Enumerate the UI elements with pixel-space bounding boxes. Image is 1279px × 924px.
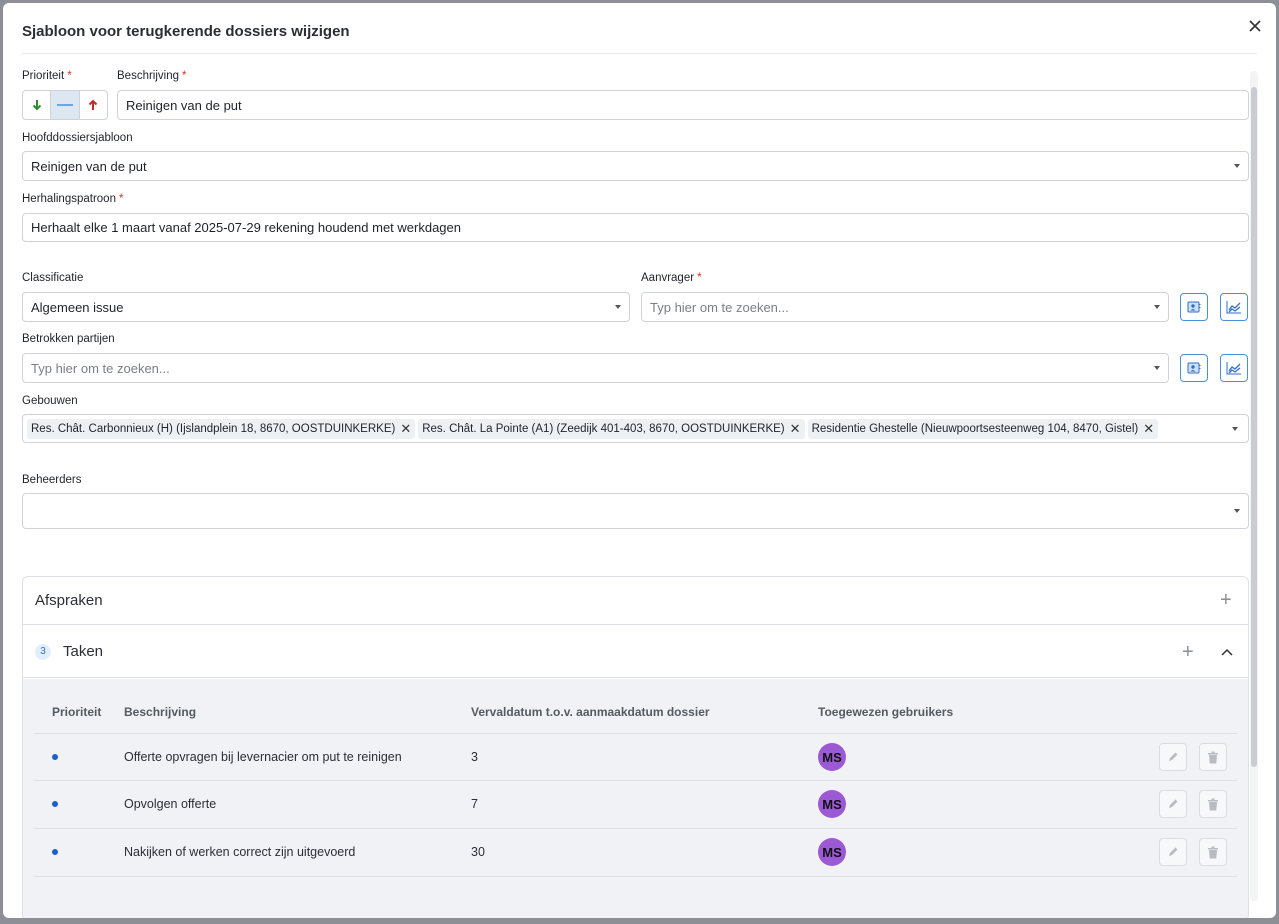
avatar: MS bbox=[818, 838, 846, 866]
priority-dot bbox=[52, 754, 58, 760]
tasks-title: Taken bbox=[63, 643, 104, 660]
dropdown-caret-icon bbox=[1232, 426, 1238, 431]
arrow-down-icon bbox=[32, 100, 41, 111]
delete-task-button[interactable] bbox=[1199, 790, 1227, 818]
parties-placeholder: Typ hier om te zoeken... bbox=[31, 360, 170, 376]
contact-card-icon bbox=[1187, 301, 1201, 313]
edit-template-modal: Sjabloon voor terugkerende dossiers wijz… bbox=[3, 3, 1276, 918]
parent-template-label: Hoofddossiersjabloon bbox=[22, 132, 133, 144]
buildings-select[interactable]: Res. Chât. Carbonnieux (H) (Ijslandplein… bbox=[22, 414, 1249, 443]
task-description: Offerte opvragen bij levernacier om put … bbox=[124, 750, 402, 764]
recurrence-value: Herhaalt elke 1 maart vanaf 2025-07-29 r… bbox=[31, 220, 461, 235]
classification-label: Classificatie bbox=[22, 272, 84, 284]
dash-icon bbox=[56, 104, 73, 106]
delete-task-button[interactable] bbox=[1199, 838, 1227, 866]
task-description: Opvolgen offerte bbox=[124, 797, 217, 811]
pencil-icon bbox=[1169, 752, 1178, 761]
chart-icon bbox=[1226, 301, 1241, 314]
description-label: Beschrijving * bbox=[117, 70, 187, 82]
delete-task-button[interactable] bbox=[1199, 743, 1227, 771]
col-description: Beschrijving bbox=[124, 705, 197, 719]
pencil-icon bbox=[1169, 847, 1178, 856]
classification-value: Algemeen issue bbox=[31, 299, 124, 315]
tasks-header: 3 Taken + bbox=[23, 626, 1248, 678]
trash-icon bbox=[1208, 798, 1218, 810]
tasks-count-badge: 3 bbox=[35, 643, 51, 660]
remove-chip-icon[interactable]: ✕ bbox=[790, 421, 801, 437]
priority-low-button[interactable] bbox=[23, 91, 52, 119]
add-appointment-button[interactable]: + bbox=[1220, 590, 1232, 610]
priority-high-button[interactable] bbox=[80, 91, 107, 119]
task-due: 30 bbox=[471, 845, 485, 859]
arrow-up-icon bbox=[89, 99, 98, 110]
add-task-button[interactable]: + bbox=[1182, 642, 1194, 662]
requester-contact-button[interactable] bbox=[1180, 293, 1208, 321]
task-description: Nakijken of werken correct zijn uitgevoe… bbox=[124, 845, 356, 859]
priority-label: Prioriteit * bbox=[22, 70, 72, 82]
priority-dot bbox=[52, 801, 58, 807]
buildings-label: Gebouwen bbox=[22, 395, 78, 407]
table-row[interactable]: Opvolgen offerte 7 MS bbox=[34, 780, 1237, 828]
col-due: Vervaldatum t.o.v. aanmaakdatum dossier bbox=[471, 705, 710, 719]
sections-panel: Afspraken + 3 Taken + Prioriteit Beschri… bbox=[22, 576, 1249, 918]
close-button[interactable] bbox=[1244, 15, 1266, 37]
edit-task-button[interactable] bbox=[1159, 790, 1187, 818]
priority-dot bbox=[52, 849, 58, 855]
building-chip: Res. Chât. Carbonnieux (H) (Ijslandplein… bbox=[27, 418, 416, 439]
pencil-icon bbox=[1169, 799, 1178, 808]
avatar: MS bbox=[818, 790, 846, 818]
dropdown-caret-icon bbox=[615, 305, 621, 309]
remove-chip-icon[interactable]: ✕ bbox=[400, 421, 411, 437]
parent-template-select[interactable]: Reinigen van de put bbox=[22, 151, 1249, 181]
edit-task-button[interactable] bbox=[1159, 743, 1187, 771]
chevron-up-icon[interactable] bbox=[1221, 648, 1233, 656]
dropdown-caret-icon bbox=[1234, 164, 1240, 168]
managers-label: Beheerders bbox=[22, 474, 82, 486]
parent-template-value: Reinigen van de put bbox=[31, 158, 147, 174]
managers-select[interactable] bbox=[22, 493, 1249, 529]
buildings-chip-list: Res. Chât. Carbonnieux (H) (Ijslandplein… bbox=[27, 418, 1226, 439]
contact-card-icon bbox=[1187, 362, 1201, 374]
edit-task-button[interactable] bbox=[1159, 838, 1187, 866]
requester-search[interactable]: Typ hier om te zoeken... bbox=[641, 292, 1169, 322]
scrollbar-thumb[interactable] bbox=[1251, 87, 1257, 767]
parties-contact-button[interactable] bbox=[1180, 354, 1208, 382]
description-input[interactable]: Reinigen van de put bbox=[117, 90, 1249, 120]
tasks-table: Prioriteit Beschrijving Vervaldatum t.o.… bbox=[23, 679, 1248, 918]
remove-chip-icon[interactable]: ✕ bbox=[1143, 421, 1154, 437]
parties-stats-button[interactable] bbox=[1220, 354, 1248, 382]
description-value: Reinigen van de put bbox=[126, 97, 242, 113]
modal-title: Sjabloon voor terugkerende dossiers wijz… bbox=[22, 23, 350, 40]
priority-selector bbox=[22, 90, 108, 120]
table-row[interactable]: Offerte opvragen bij levernacier om put … bbox=[34, 733, 1237, 781]
requester-label: Aanvrager * bbox=[641, 272, 702, 284]
task-due: 3 bbox=[471, 750, 478, 764]
dropdown-caret-icon bbox=[1154, 366, 1160, 370]
building-chip: Residentie Ghestelle (Nieuwpoortsesteenw… bbox=[807, 418, 1159, 439]
avatar: MS bbox=[818, 743, 846, 771]
recurrence-label: Herhalingspatroon * bbox=[22, 193, 124, 205]
col-assigned: Toegewezen gebruikers bbox=[818, 705, 954, 719]
recurrence-input[interactable]: Herhaalt elke 1 maart vanaf 2025-07-29 r… bbox=[22, 213, 1249, 242]
classification-select[interactable]: Algemeen issue bbox=[22, 292, 630, 322]
task-due: 7 bbox=[471, 797, 478, 811]
chart-icon bbox=[1226, 362, 1241, 375]
trash-icon bbox=[1208, 846, 1218, 858]
close-icon bbox=[1249, 20, 1261, 32]
dropdown-caret-icon bbox=[1234, 509, 1240, 513]
trash-icon bbox=[1208, 751, 1218, 763]
title-divider bbox=[22, 53, 1257, 54]
appointments-title: Afspraken bbox=[35, 592, 103, 609]
building-chip: Res. Chât. La Pointe (A1) (Zeedijk 401-4… bbox=[418, 418, 805, 439]
col-priority: Prioriteit bbox=[52, 705, 102, 719]
appointments-header: Afspraken + bbox=[23, 577, 1248, 625]
parties-search[interactable]: Typ hier om te zoeken... bbox=[22, 353, 1169, 383]
requester-placeholder: Typ hier om te zoeken... bbox=[650, 299, 789, 315]
requester-stats-button[interactable] bbox=[1220, 293, 1248, 321]
parties-label: Betrokken partijen bbox=[22, 333, 115, 345]
table-row[interactable]: Nakijken of werken correct zijn uitgevoe… bbox=[34, 828, 1237, 877]
dropdown-caret-icon bbox=[1154, 305, 1160, 309]
priority-normal-button[interactable] bbox=[51, 91, 80, 119]
